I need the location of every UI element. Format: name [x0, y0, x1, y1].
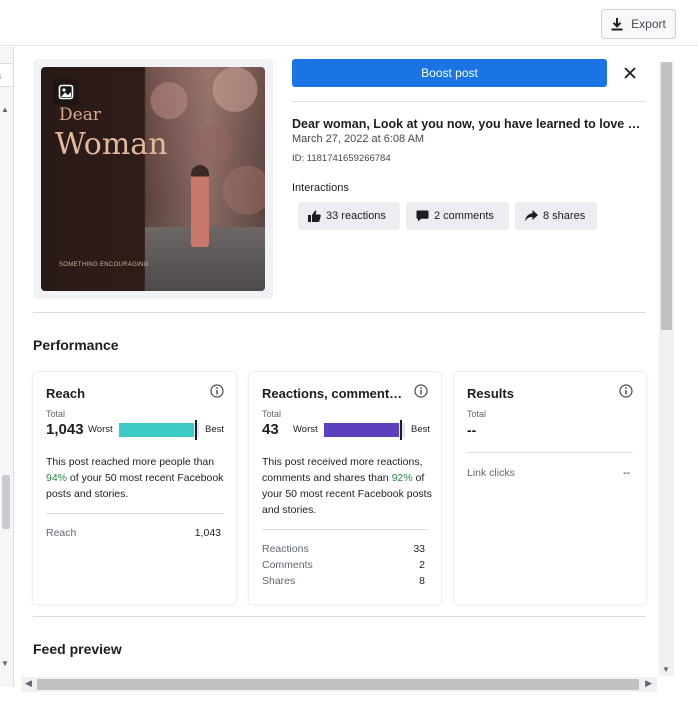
comment-icon: [416, 210, 429, 222]
info-icon[interactable]: [414, 384, 428, 398]
close-icon[interactable]: [620, 63, 640, 83]
export-button[interactable]: Export: [601, 9, 676, 39]
reactions-row: Reactions 33: [262, 543, 425, 555]
photo-type-icon: [53, 79, 79, 105]
divider: [467, 452, 633, 453]
reactions-total: 43: [262, 421, 279, 438]
scroll-left-arrow-icon[interactable]: ◀: [25, 678, 32, 689]
image-tagline: SOMETHING ENCOURAGING: [59, 262, 149, 268]
shares-chip[interactable]: 8 shares: [515, 202, 597, 230]
vertical-scrollbar[interactable]: ▼: [659, 62, 674, 676]
background-table-edge: es ▲ ▼: [0, 47, 14, 687]
results-card-title: Results: [467, 386, 514, 401]
results-card: Results Total -- Link clicks --: [454, 372, 646, 604]
post-title: Dear woman, Look at you now, you have le…: [292, 117, 641, 131]
info-icon[interactable]: [210, 384, 224, 398]
vertical-scrollbar-thumb[interactable]: [661, 62, 672, 330]
boost-post-button[interactable]: Boost post: [292, 59, 607, 87]
comments-row: Comments 2: [262, 559, 425, 571]
horizontal-scrollbar-thumb[interactable]: [37, 679, 639, 690]
performance-title: Performance: [33, 337, 119, 353]
post-date: March 27, 2022 at 6:08 AM: [292, 133, 425, 145]
comments-chip[interactable]: 2 comments: [406, 202, 509, 230]
download-icon: [611, 17, 623, 30]
total-label: Total: [467, 409, 487, 419]
reach-percentile-marker: [195, 420, 197, 440]
reactions-description: This post received more reactions, comme…: [262, 456, 432, 516]
divider: [262, 529, 428, 530]
link-clicks-row: Link clicks --: [467, 467, 630, 479]
reactions-percent: 92%: [391, 472, 413, 484]
reactions-card: Reactions, comment… Total 43 Worst Best …: [249, 372, 441, 604]
export-label: Export: [631, 17, 666, 31]
reach-description: This post reached more people than 94% o…: [46, 456, 224, 500]
reactions-percentile-fill: [324, 423, 399, 437]
divider: [33, 312, 646, 313]
post-preview-frame: Dear Woman SOMETHING ENCOURAGING: [33, 59, 273, 299]
info-icon[interactable]: [619, 384, 633, 398]
post-details-window: Export es ▲ ▼ Dear Woman: [0, 0, 698, 723]
comments-count: 2 comments: [434, 210, 494, 222]
worst-label: Worst: [293, 424, 318, 435]
reach-percent: 94%: [46, 472, 68, 484]
horizontal-scrollbar[interactable]: ◀ ▶: [21, 677, 657, 692]
reach-card-title: Reach: [46, 386, 86, 401]
background-scrollbar-thumb[interactable]: [2, 475, 10, 529]
reactions-card-title: Reactions, comment…: [262, 386, 403, 401]
reach-card: Reach Total 1,043 Worst Best This post r…: [33, 372, 236, 604]
interactions-label: Interactions: [292, 182, 349, 194]
feed-preview-title: Feed preview: [33, 641, 122, 657]
background-column-fragment: es: [0, 63, 12, 87]
scroll-down-arrow-icon[interactable]: ▼: [1, 659, 9, 668]
image-text-dear: Dear: [59, 105, 101, 125]
scroll-right-arrow-icon[interactable]: ▶: [645, 678, 652, 689]
reactions-percentile-bar: [324, 420, 405, 440]
results-total: --: [467, 422, 477, 438]
image-person: [191, 165, 209, 247]
share-icon: [525, 210, 538, 222]
scroll-up-arrow-icon[interactable]: ▲: [1, 105, 9, 114]
top-bar: Export: [0, 0, 698, 46]
worst-label: Worst: [88, 424, 113, 435]
shares-row: Shares 8: [262, 575, 425, 587]
best-label: Best: [205, 424, 225, 435]
thumbs-up-icon: [308, 210, 321, 222]
reactions-percentile-marker: [400, 420, 402, 440]
reactions-count: 33 reactions: [326, 210, 386, 222]
image-text-woman: Woman: [55, 127, 168, 162]
reach-total: 1,043: [46, 421, 84, 438]
reach-percentile-bar: [119, 420, 199, 440]
post-id: ID: 1181741659266784: [292, 153, 391, 164]
total-label: Total: [262, 409, 282, 419]
post-image[interactable]: Dear Woman SOMETHING ENCOURAGING: [41, 67, 265, 291]
reach-percentile-fill: [119, 423, 194, 437]
divider: [46, 513, 224, 514]
scroll-down-arrow-icon[interactable]: ▼: [662, 665, 670, 674]
reactions-chip[interactable]: 33 reactions: [298, 202, 400, 230]
divider: [292, 101, 646, 102]
best-label: Best: [411, 424, 431, 435]
post-details-panel: Dear Woman SOMETHING ENCOURAGING Boost p…: [17, 47, 657, 677]
total-label: Total: [46, 409, 66, 419]
reach-row: Reach 1,043: [46, 527, 221, 539]
divider: [33, 616, 646, 617]
shares-count: 8 shares: [543, 210, 586, 222]
